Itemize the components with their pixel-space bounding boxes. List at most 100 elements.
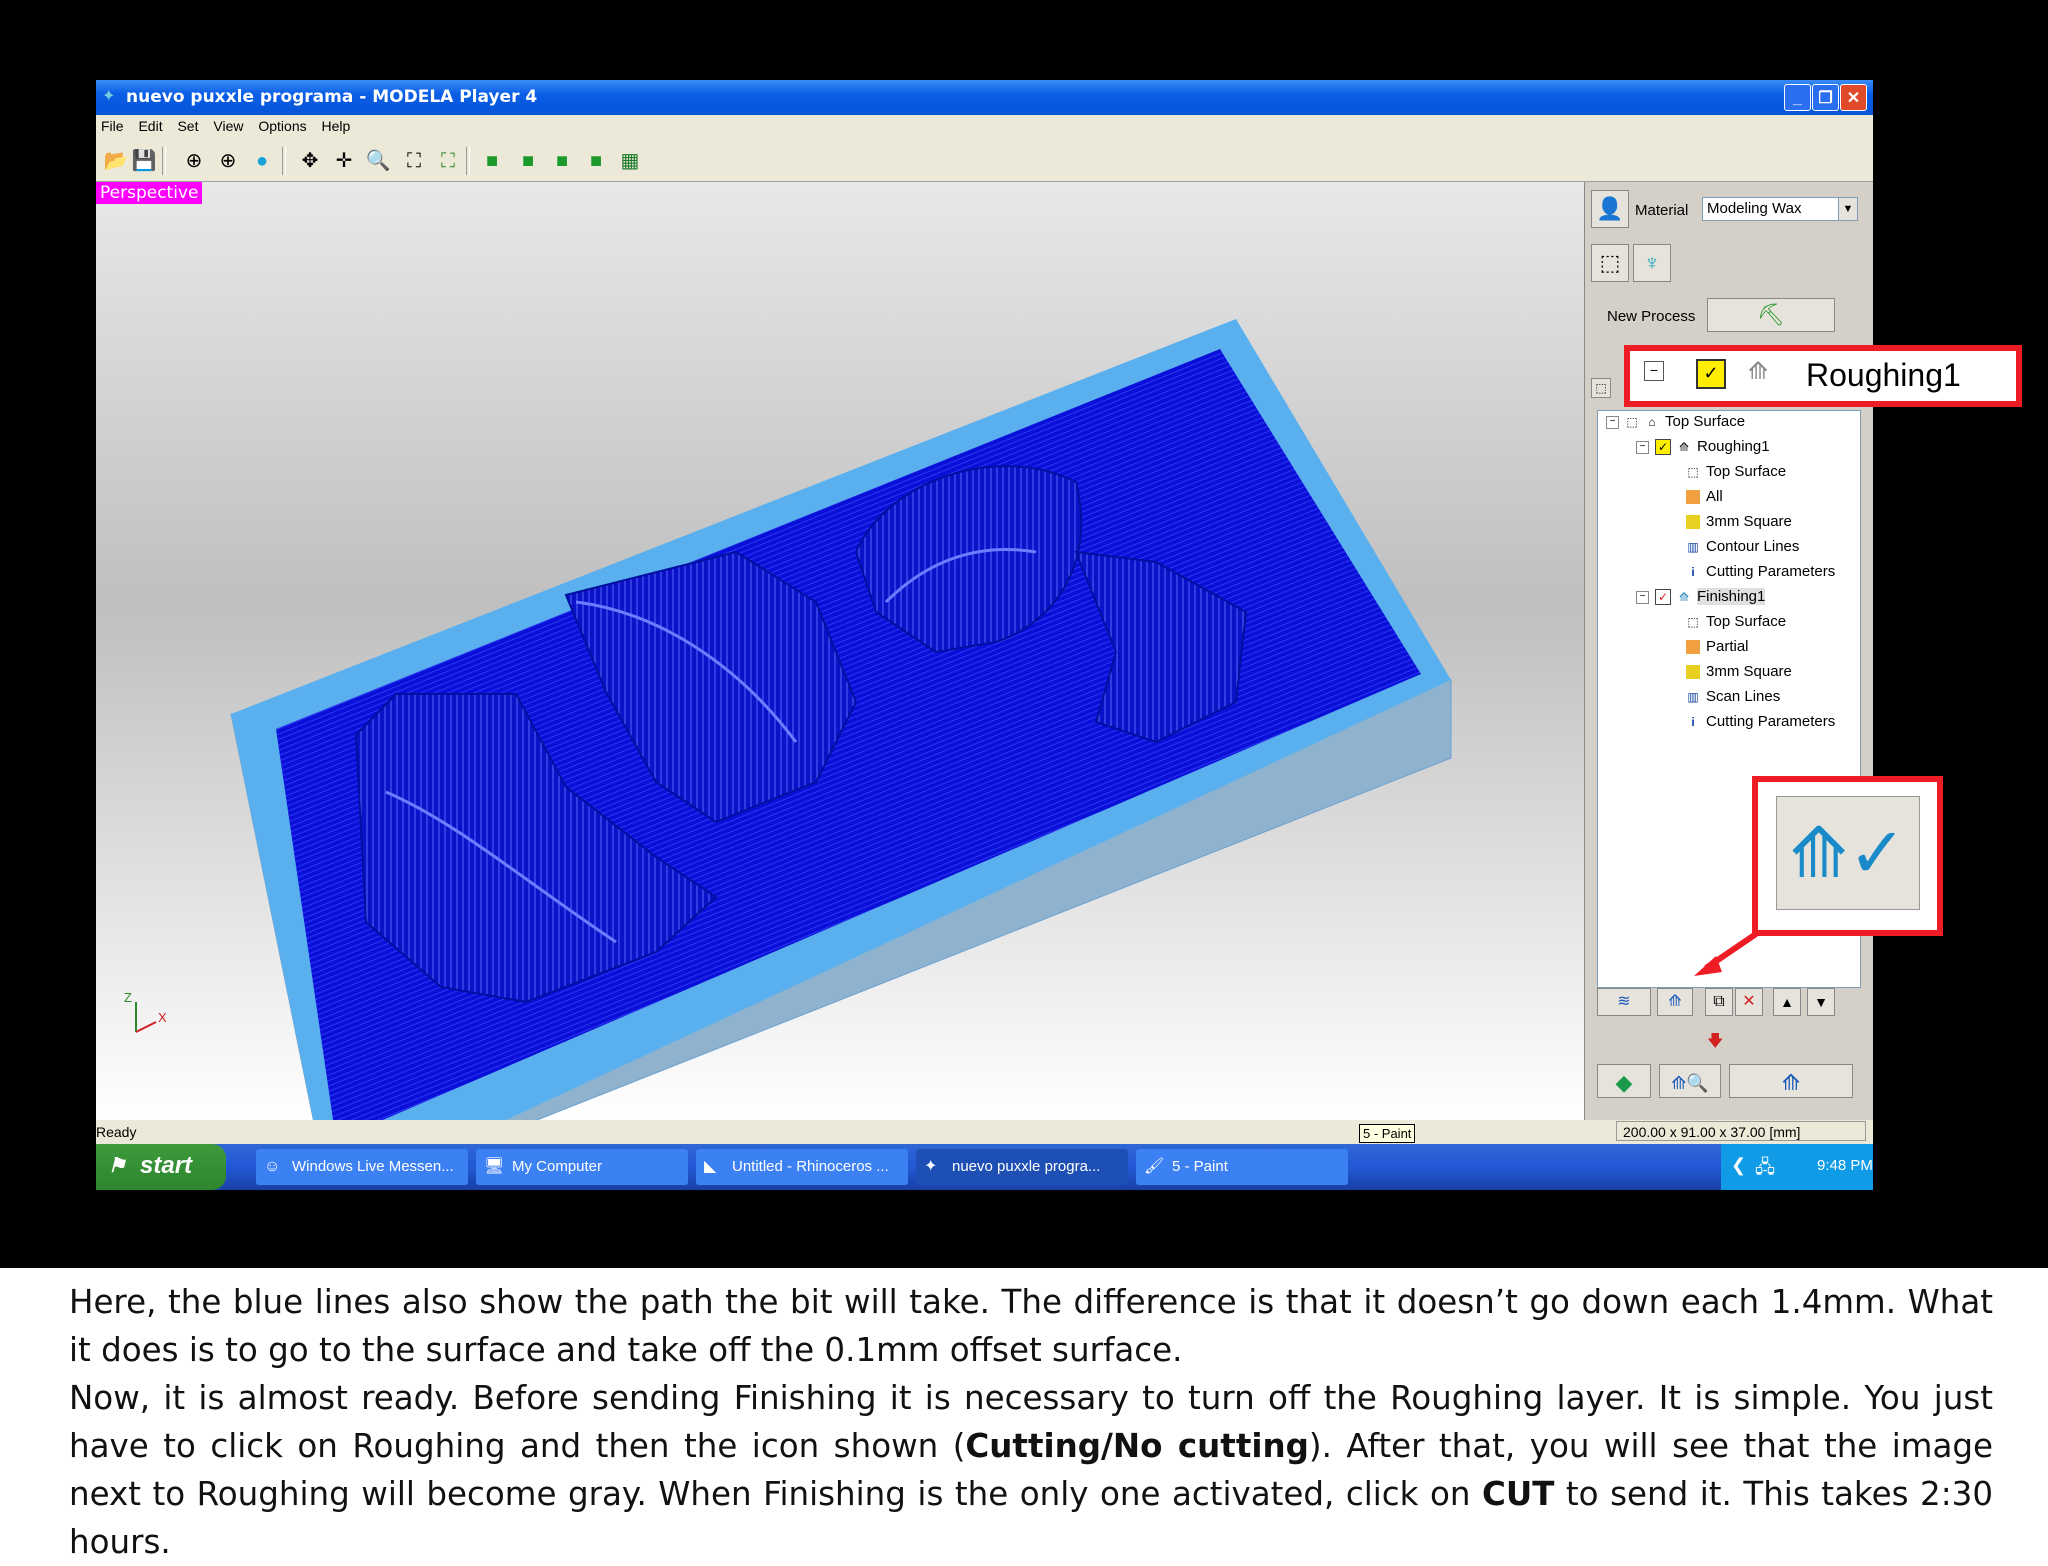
- view-axis-icon[interactable]: ⊕: [214, 147, 242, 175]
- tree-node-scan-lines[interactable]: ▥ Scan Lines: [1686, 688, 1780, 705]
- cube-view-right-icon[interactable]: ■: [548, 147, 576, 175]
- menu-options[interactable]: Options: [253, 115, 312, 134]
- preview-path-button[interactable]: ≋: [1597, 988, 1651, 1016]
- tree-node-contour-lines[interactable]: ▥ Contour Lines: [1686, 538, 1799, 555]
- chevron-down-icon: ▼: [1838, 198, 1857, 220]
- menu-view[interactable]: View: [208, 115, 249, 134]
- tree-node-top-surface-f[interactable]: ⬚ Top Surface: [1686, 613, 1786, 630]
- task-messenger[interactable]: ☺ Windows Live Messen...: [256, 1149, 468, 1185]
- tree-node-finishing1[interactable]: − ✓ ⟰ Finishing1: [1636, 588, 1766, 606]
- tree-node-3mm-square-f[interactable]: 3mm Square: [1686, 663, 1792, 680]
- cube-view-front-icon[interactable]: ■: [478, 147, 506, 175]
- tree-node-cutting-params-f[interactable]: i Cutting Parameters: [1686, 713, 1835, 730]
- task-rhinoceros[interactable]: ◣ Untitled - Rhinoceros ...: [696, 1149, 908, 1185]
- collapse-icon[interactable]: −: [1606, 415, 1619, 429]
- preview-cut-button[interactable]: ⟰🔍: [1659, 1064, 1721, 1098]
- system-tray: ❮ 🖧 9:48 PM: [1721, 1144, 1873, 1190]
- tree-toggle-icon[interactable]: ⬚: [1591, 378, 1611, 398]
- multi-view-icon[interactable]: ▦: [616, 147, 644, 175]
- cutting-icon-callout: ⟰✓: [1752, 776, 1943, 936]
- finishing-icon: ⟰: [1678, 590, 1690, 605]
- menu-edit[interactable]: Edit: [133, 115, 168, 134]
- user-icon[interactable]: 👤: [1591, 190, 1629, 228]
- tree-node-top-surface[interactable]: − ⬚ ⌂ Top Surface: [1606, 413, 1745, 430]
- taskbar-tooltip: 5 - Paint: [1359, 1124, 1416, 1143]
- title-bar[interactable]: ✦ nuevo puxxle programa - MODELA Player …: [96, 80, 1873, 115]
- new-process-label: New Process: [1607, 308, 1696, 325]
- new-process-button[interactable]: ⛏: [1707, 298, 1835, 332]
- window-title: nuevo puxxle programa - MODELA Player 4: [126, 87, 538, 107]
- menu-bar: File Edit Set View Options Help: [96, 115, 1873, 139]
- 3d-viewport[interactable]: Perspective Z X: [96, 182, 1584, 1120]
- cutting-toggle-icon[interactable]: ✓: [1655, 589, 1671, 606]
- caption-paragraph-1: Here, the blue lines also show the path …: [69, 1283, 1993, 1369]
- minimize-button[interactable]: _: [1784, 84, 1811, 111]
- tree-node-3mm-square-r[interactable]: 3mm Square: [1686, 513, 1792, 530]
- path-icon: ▥: [1687, 690, 1699, 705]
- tree-node-partial[interactable]: Partial: [1686, 638, 1749, 655]
- axis-indicator: Z X: [124, 990, 167, 1033]
- tool-icon: [1686, 515, 1700, 530]
- collapse-icon[interactable]: −: [1636, 440, 1649, 454]
- surface-icon[interactable]: ♆: [1633, 244, 1671, 282]
- axis-x-label: X: [158, 1010, 167, 1025]
- tree-node-roughing1[interactable]: − ✓ ⟰ Roughing1: [1636, 438, 1770, 456]
- tree-node-all[interactable]: All: [1686, 488, 1723, 505]
- start-button[interactable]: ⚑ start: [96, 1144, 226, 1190]
- material-box-button[interactable]: ◆: [1597, 1064, 1651, 1098]
- zoom-icon[interactable]: 🔍: [364, 147, 392, 175]
- cutting-toggle-button[interactable]: ⟰: [1657, 988, 1693, 1016]
- slide-caption: Here, the blue lines also show the path …: [69, 1278, 1993, 1566]
- material-value: Modeling Wax: [1707, 200, 1802, 217]
- open-icon[interactable]: 📂: [102, 147, 130, 175]
- material-label: Material: [1635, 202, 1689, 219]
- computer-icon: 🖥: [484, 1158, 505, 1175]
- task-my-computer[interactable]: 🖥 My Computer: [476, 1149, 688, 1185]
- task-modela[interactable]: ✦ nuevo puxxle progra...: [916, 1149, 1128, 1185]
- clock: 9:48 PM: [1817, 1157, 1873, 1174]
- shaded-sphere-icon[interactable]: ●: [248, 147, 276, 175]
- cutting-toggle-icon[interactable]: ✓: [1655, 439, 1671, 456]
- tray-arrow-icon[interactable]: ❮: [1731, 1155, 1746, 1176]
- toolbar-separator: [162, 147, 166, 175]
- rotate-icon[interactable]: ✥: [296, 147, 324, 175]
- cutting-no-cutting-icon: ⟰✓: [1776, 796, 1920, 910]
- app-window: ✦ nuevo puxxle programa - MODELA Player …: [96, 80, 1873, 1190]
- move-up-button[interactable]: ▲: [1773, 988, 1801, 1016]
- tree-node-cutting-params-r[interactable]: i Cutting Parameters: [1686, 563, 1835, 580]
- collapse-icon[interactable]: −: [1636, 590, 1649, 604]
- menu-set[interactable]: Set: [172, 115, 204, 134]
- fit-icon[interactable]: ⛶: [434, 147, 462, 175]
- cube-view-top-icon[interactable]: ■: [514, 147, 542, 175]
- pan-icon[interactable]: ✛: [330, 147, 358, 175]
- task-paint[interactable]: 🖌 5 - Paint: [1136, 1149, 1348, 1185]
- cut-button[interactable]: ⟰: [1729, 1064, 1853, 1098]
- menu-help[interactable]: Help: [317, 115, 357, 134]
- material-select[interactable]: Modeling Wax ▼: [1702, 197, 1858, 221]
- roughing-callout: − ✓ ⟰ Roughing1: [1624, 345, 2022, 407]
- taskbar: ⚑ start ☺ Windows Live Messen... 🖥 My Comp…: [96, 1144, 1873, 1190]
- windows-flag-icon: ⚑: [108, 1155, 126, 1177]
- area-icon: [1686, 490, 1700, 505]
- zoom-window-icon[interactable]: ⛶: [400, 147, 428, 175]
- move-down-button[interactable]: ▼: [1807, 988, 1835, 1016]
- restore-button[interactable]: ❐: [1812, 84, 1839, 111]
- callout-roughing-label: Roughing1: [1806, 357, 1961, 393]
- save-icon[interactable]: 💾: [130, 147, 158, 175]
- roughing-icon: ⟰: [1748, 358, 1769, 385]
- box-icon: ⬚: [1687, 615, 1699, 630]
- cube-view-iso-icon[interactable]: ■: [582, 147, 610, 175]
- menu-file[interactable]: File: [96, 115, 130, 134]
- process-panel: 👤 Material Modeling Wax ▼ ⬚ ♆ New Proces…: [1584, 182, 1873, 1120]
- info-icon: i: [1691, 715, 1695, 730]
- delete-button[interactable]: ✕: [1735, 988, 1763, 1016]
- tree-node-top-surface-r[interactable]: ⬚ Top Surface: [1686, 463, 1786, 480]
- close-button[interactable]: ✕: [1840, 84, 1867, 111]
- collapse-icon: −: [1644, 361, 1664, 381]
- status-ready: Ready: [96, 1124, 137, 1140]
- model-toolpath-render: Z X: [124, 319, 1452, 1120]
- view-all-icon[interactable]: ⊕: [180, 147, 208, 175]
- network-icon[interactable]: 🖧: [1755, 1155, 1775, 1185]
- copy-button[interactable]: ⧉: [1705, 988, 1733, 1016]
- model-box-icon[interactable]: ⬚: [1591, 244, 1629, 282]
